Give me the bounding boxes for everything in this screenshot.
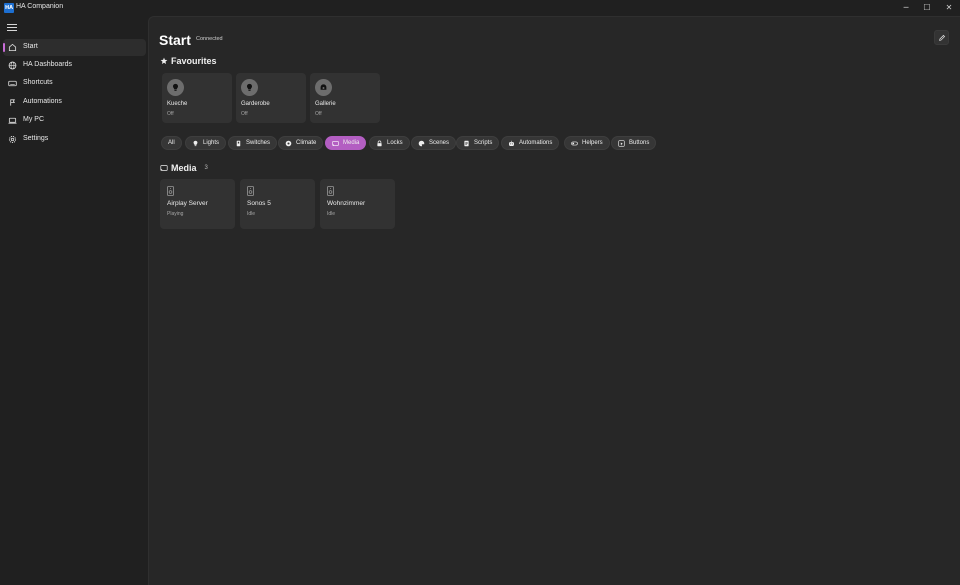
filter-chip-scenes[interactable]: Scenes <box>411 136 457 150</box>
favourite-state: Off <box>315 111 322 117</box>
favourites-title: Favourites <box>171 56 217 66</box>
main-content: Start Connected Favourites Kueche Off Ga… <box>148 16 960 585</box>
automation-icon <box>10 99 16 106</box>
button-icon <box>618 139 625 147</box>
sidebar-item-settings[interactable]: Settings <box>3 131 146 148</box>
close-button[interactable]: ✕ <box>938 1 960 13</box>
media-state: Idle <box>247 211 256 217</box>
robot-icon <box>509 140 514 146</box>
star-icon <box>160 57 168 65</box>
minimize-button[interactable]: ─ <box>895 1 917 13</box>
climate-icon <box>285 140 292 146</box>
filter-chip-automations[interactable]: Automations <box>501 136 560 150</box>
laptop-icon <box>8 117 17 124</box>
media-count: 3 <box>204 165 208 171</box>
bulb-icon <box>193 140 198 146</box>
favourite-name: Garderobe <box>241 101 270 107</box>
favourite-state: Off <box>241 111 248 117</box>
media-state: Playing <box>167 211 184 217</box>
sidebar-item-automations[interactable]: Automations <box>3 94 146 111</box>
filter-chip-climate[interactable]: Climate <box>278 136 324 150</box>
speaker-icon <box>247 186 254 196</box>
filter-chip-locks[interactable]: Locks <box>369 136 410 150</box>
hamburger-menu-icon[interactable] <box>7 24 17 32</box>
lamp-icon <box>315 79 332 96</box>
media-name: Airplay Server <box>167 200 208 207</box>
filter-chip-all[interactable]: All <box>161 136 182 150</box>
bulb-icon <box>167 79 184 96</box>
sidebar-item-ha-dashboards[interactable]: HA Dashboards <box>3 57 146 74</box>
sidebar: Start HA Dashboards Shortcuts Automation… <box>0 16 148 585</box>
cast-icon <box>332 140 339 146</box>
app-logo-icon: HA <box>4 3 14 13</box>
media-card-sonos-5[interactable]: Sonos 5 Idle <box>240 179 315 229</box>
speaker-icon <box>327 186 334 196</box>
favourite-card-kueche[interactable]: Kueche Off <box>162 73 232 123</box>
media-card-wohnzimmer[interactable]: Wohnzimmer Idle <box>320 179 395 229</box>
gear-icon <box>8 135 17 144</box>
page-title: Start <box>159 32 191 48</box>
favourite-state: Off <box>167 111 174 117</box>
favourites-header: Favourites <box>160 56 217 66</box>
connection-status: Connected <box>196 36 223 42</box>
filter-chip-scripts[interactable]: Scripts <box>456 136 500 150</box>
speaker-icon <box>167 186 174 196</box>
sidebar-item-label: Settings <box>23 135 49 142</box>
favourite-card-garderobe[interactable]: Garderobe Off <box>236 73 306 123</box>
filter-chip-switches[interactable]: Switches <box>228 136 278 150</box>
media-state: Idle <box>327 211 336 217</box>
filter-chip-media[interactable]: Media <box>325 136 367 150</box>
window-title: HA Companion <box>16 3 64 10</box>
bulb-icon <box>241 79 258 96</box>
sidebar-item-start[interactable]: Start <box>3 39 146 56</box>
favourite-name: Kueche <box>167 101 188 107</box>
pencil-icon <box>938 34 945 41</box>
media-title: Media <box>171 163 197 173</box>
media-name: Sonos 5 <box>247 200 271 207</box>
favourite-name: Gallerie <box>315 101 336 107</box>
keyboard-icon <box>8 80 17 87</box>
sidebar-item-my-pc[interactable]: My PC <box>3 112 146 129</box>
sidebar-item-label: HA Dashboards <box>23 61 73 68</box>
globe-icon <box>8 61 17 70</box>
media-card-airplay-server[interactable]: Airplay Server Playing <box>160 179 235 229</box>
media-header: Media 3 <box>160 163 208 173</box>
palette-icon <box>418 140 425 146</box>
edit-button[interactable] <box>934 30 949 45</box>
script-icon <box>464 140 469 146</box>
filter-chip-helpers[interactable]: Helpers <box>564 136 610 150</box>
cast-icon <box>160 165 168 171</box>
sidebar-item-label: My PC <box>23 116 44 123</box>
title-bar: HA HA Companion ─ ☐ ✕ <box>0 0 960 16</box>
toggle-icon <box>571 141 578 145</box>
maximize-button[interactable]: ☐ <box>916 1 938 13</box>
home-icon <box>8 43 17 52</box>
media-name: Wohnzimmer <box>327 200 366 207</box>
switch-icon <box>236 140 241 146</box>
favourite-card-gallerie[interactable]: Gallerie Off <box>310 73 380 123</box>
sidebar-item-shortcuts[interactable]: Shortcuts <box>3 75 146 92</box>
active-indicator <box>3 43 5 52</box>
filter-chip-lights[interactable]: Lights <box>185 136 227 150</box>
sidebar-item-label: Start <box>23 43 38 50</box>
lock-icon <box>377 140 382 146</box>
sidebar-item-label: Shortcuts <box>23 79 53 86</box>
filter-chip-buttons[interactable]: Buttons <box>611 136 657 150</box>
sidebar-item-label: Automations <box>23 98 62 105</box>
